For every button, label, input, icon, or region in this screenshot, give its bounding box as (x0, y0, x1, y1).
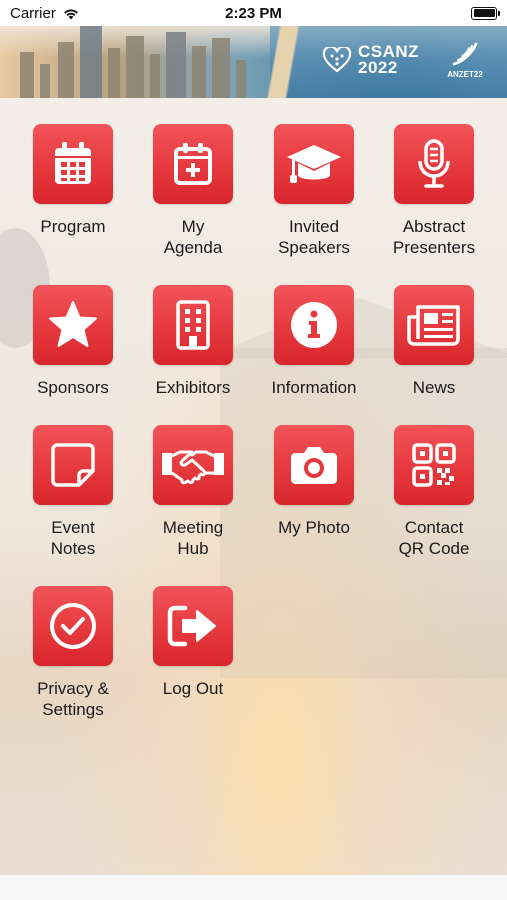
tile-label: Privacy & Settings (37, 679, 109, 719)
tile-label: Abstract Presenters (392, 217, 476, 257)
information-button[interactable] (274, 285, 354, 365)
exhibitors-button[interactable] (153, 285, 233, 365)
tile-meeting-hub[interactable]: Meeting Hub (133, 425, 253, 559)
abstract-presenters-button[interactable] (394, 124, 474, 204)
wifi-icon (62, 7, 80, 20)
tile-label: Log Out (162, 679, 224, 698)
tile-label: Program (40, 217, 106, 236)
battery-icon (471, 6, 500, 20)
news-button[interactable] (394, 285, 474, 365)
check-circle-icon (50, 603, 96, 649)
sponsors-button[interactable] (33, 285, 113, 365)
tile-label: Sponsors (37, 378, 109, 397)
meeting-hub-button[interactable] (153, 425, 233, 505)
tile-event-notes[interactable]: Event Notes (13, 425, 133, 559)
camera-icon (291, 447, 337, 484)
tile-exhibitors[interactable]: Exhibitors (133, 285, 253, 398)
building-icon (176, 300, 210, 350)
tile-program[interactable]: Program (13, 124, 133, 237)
tile-log-out[interactable]: Log Out (133, 586, 253, 699)
tile-label: Meeting Hub (162, 518, 224, 558)
calendar-icon (55, 142, 91, 184)
tile-invited-speakers[interactable]: Invited Speakers (254, 124, 374, 258)
qr-code-icon (412, 443, 456, 487)
tile-label: Invited Speakers (278, 217, 350, 257)
my-agenda-button[interactable] (153, 124, 233, 204)
csanz-logo: CSANZ 2022 (322, 43, 419, 77)
tile-privacy-settings[interactable]: Privacy & Settings (13, 586, 133, 720)
anzet-label: ANZET22 (447, 70, 483, 79)
tile-my-agenda[interactable]: My Agenda (133, 124, 253, 258)
tile-label: Contact QR Code (398, 518, 470, 558)
contact-qr-code-button[interactable] (394, 425, 474, 505)
tile-label: Exhibitors (155, 378, 231, 397)
graduation-cap-icon (287, 145, 341, 183)
star-icon (49, 301, 97, 347)
anzet-swoosh-icon (452, 42, 478, 66)
tile-label: News (412, 378, 456, 397)
tile-label: Event Notes (50, 518, 96, 558)
privacy-settings-button[interactable] (33, 586, 113, 666)
tile-my-photo[interactable]: My Photo (254, 425, 374, 538)
tile-information[interactable]: Information (254, 285, 374, 398)
conference-banner: CSANZ 2022 ANZET22 (0, 26, 507, 98)
tile-label: My Agenda (163, 217, 223, 257)
csanz-year: 2022 (358, 58, 398, 77)
bottom-bar (0, 875, 507, 900)
invited-speakers-button[interactable] (274, 124, 354, 204)
heart-logo-icon (322, 47, 352, 73)
anzet-logo: ANZET22 (440, 40, 490, 79)
carrier-label: Carrier (10, 4, 56, 22)
tile-abstract-presenters[interactable]: Abstract Presenters (374, 124, 494, 258)
newspaper-icon (407, 305, 460, 346)
program-button[interactable] (33, 124, 113, 204)
tile-sponsors[interactable]: Sponsors (13, 285, 133, 398)
logout-icon (167, 605, 216, 647)
sticky-note-icon (51, 443, 95, 487)
tile-news[interactable]: News (374, 285, 494, 398)
status-bar: Carrier 2:23 PM (0, 0, 507, 26)
event-notes-button[interactable] (33, 425, 113, 505)
my-photo-button[interactable] (274, 425, 354, 505)
log-out-button[interactable] (153, 586, 233, 666)
tile-contact-qr-code[interactable]: Contact QR Code (374, 425, 494, 559)
handshake-icon (162, 450, 224, 485)
tile-label: Information (271, 378, 357, 397)
calendar-plus-icon (174, 143, 212, 185)
microphone-icon (418, 139, 450, 188)
info-icon (291, 302, 337, 348)
tile-label: My Photo (278, 518, 350, 537)
